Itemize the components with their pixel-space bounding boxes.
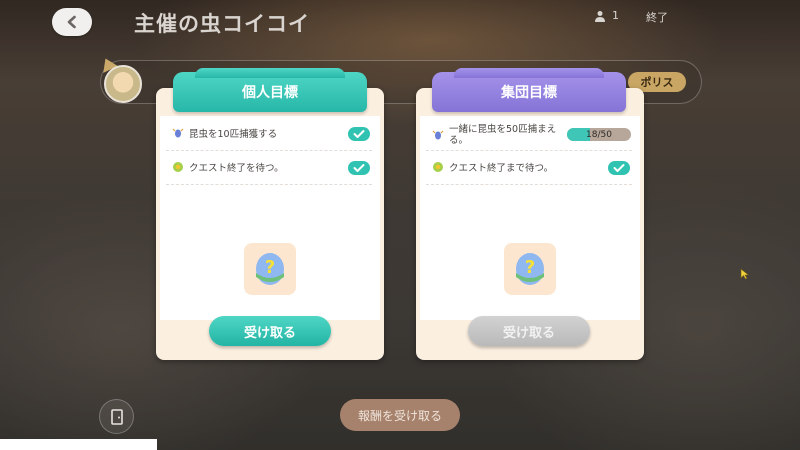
row-divider <box>166 150 372 151</box>
bug-icon <box>172 128 184 138</box>
flower-icon <box>173 162 183 172</box>
personal-objective-1: 昆虫を10匹捕獲する <box>172 120 372 146</box>
person-icon <box>595 10 605 22</box>
completed-check-icon <box>348 161 370 175</box>
personal-objective-2: クエスト終了を待つ。 <box>172 154 372 180</box>
completed-check-icon <box>608 161 630 175</box>
group-goals-tab: 集団目標 <box>432 72 626 112</box>
progress-text: 18/50 <box>586 129 612 140</box>
personal-claim-button[interactable]: 受け取る <box>209 316 331 346</box>
objective-text: 一緒に昆虫を50匹捕まえる。 <box>449 124 557 146</box>
objective-text: 昆虫を10匹捕獲する <box>189 129 278 140</box>
door-icon <box>110 408 123 425</box>
pointer-cursor-icon <box>740 268 750 280</box>
bottom-left-strip <box>0 439 157 450</box>
group-progress-bar: 18/50 <box>567 128 631 141</box>
end-label[interactable]: 終了 <box>646 9 668 25</box>
flower-icon <box>433 162 443 172</box>
group-claim-button[interactable]: 受け取る <box>468 316 590 346</box>
completed-check-icon <box>348 127 370 141</box>
exit-button[interactable] <box>99 399 134 434</box>
personal-reward-item[interactable]: ? <box>244 243 296 295</box>
claim-rewards-button[interactable]: 報酬を受け取る <box>340 399 460 431</box>
mystery-egg-icon: ? <box>256 253 284 285</box>
group-objective-2: クエスト終了まで待つ。 <box>432 154 632 180</box>
player-count-value: 1 <box>612 9 619 22</box>
row-divider <box>426 150 632 151</box>
avatar[interactable] <box>104 65 142 103</box>
personal-goals-tab: 個人目標 <box>173 72 367 112</box>
chevron-left-icon <box>67 15 76 29</box>
svg-text:?: ? <box>265 257 275 278</box>
bug-icon <box>432 130 444 140</box>
group-reward-item[interactable]: ? <box>504 243 556 295</box>
row-divider <box>426 184 632 185</box>
mystery-egg-icon: ? <box>516 253 544 285</box>
back-button[interactable] <box>52 8 92 36</box>
row-divider <box>166 184 372 185</box>
page-title: 主催の虫コイコイ <box>134 12 310 36</box>
svg-text:?: ? <box>525 257 535 278</box>
objective-text: クエスト終了を待つ。 <box>189 163 284 174</box>
player-count: 1 <box>594 9 619 22</box>
group-objective-1: 一緒に昆虫を50匹捕まえる。 <box>432 120 564 150</box>
objective-text: クエスト終了まで待つ。 <box>449 163 554 174</box>
